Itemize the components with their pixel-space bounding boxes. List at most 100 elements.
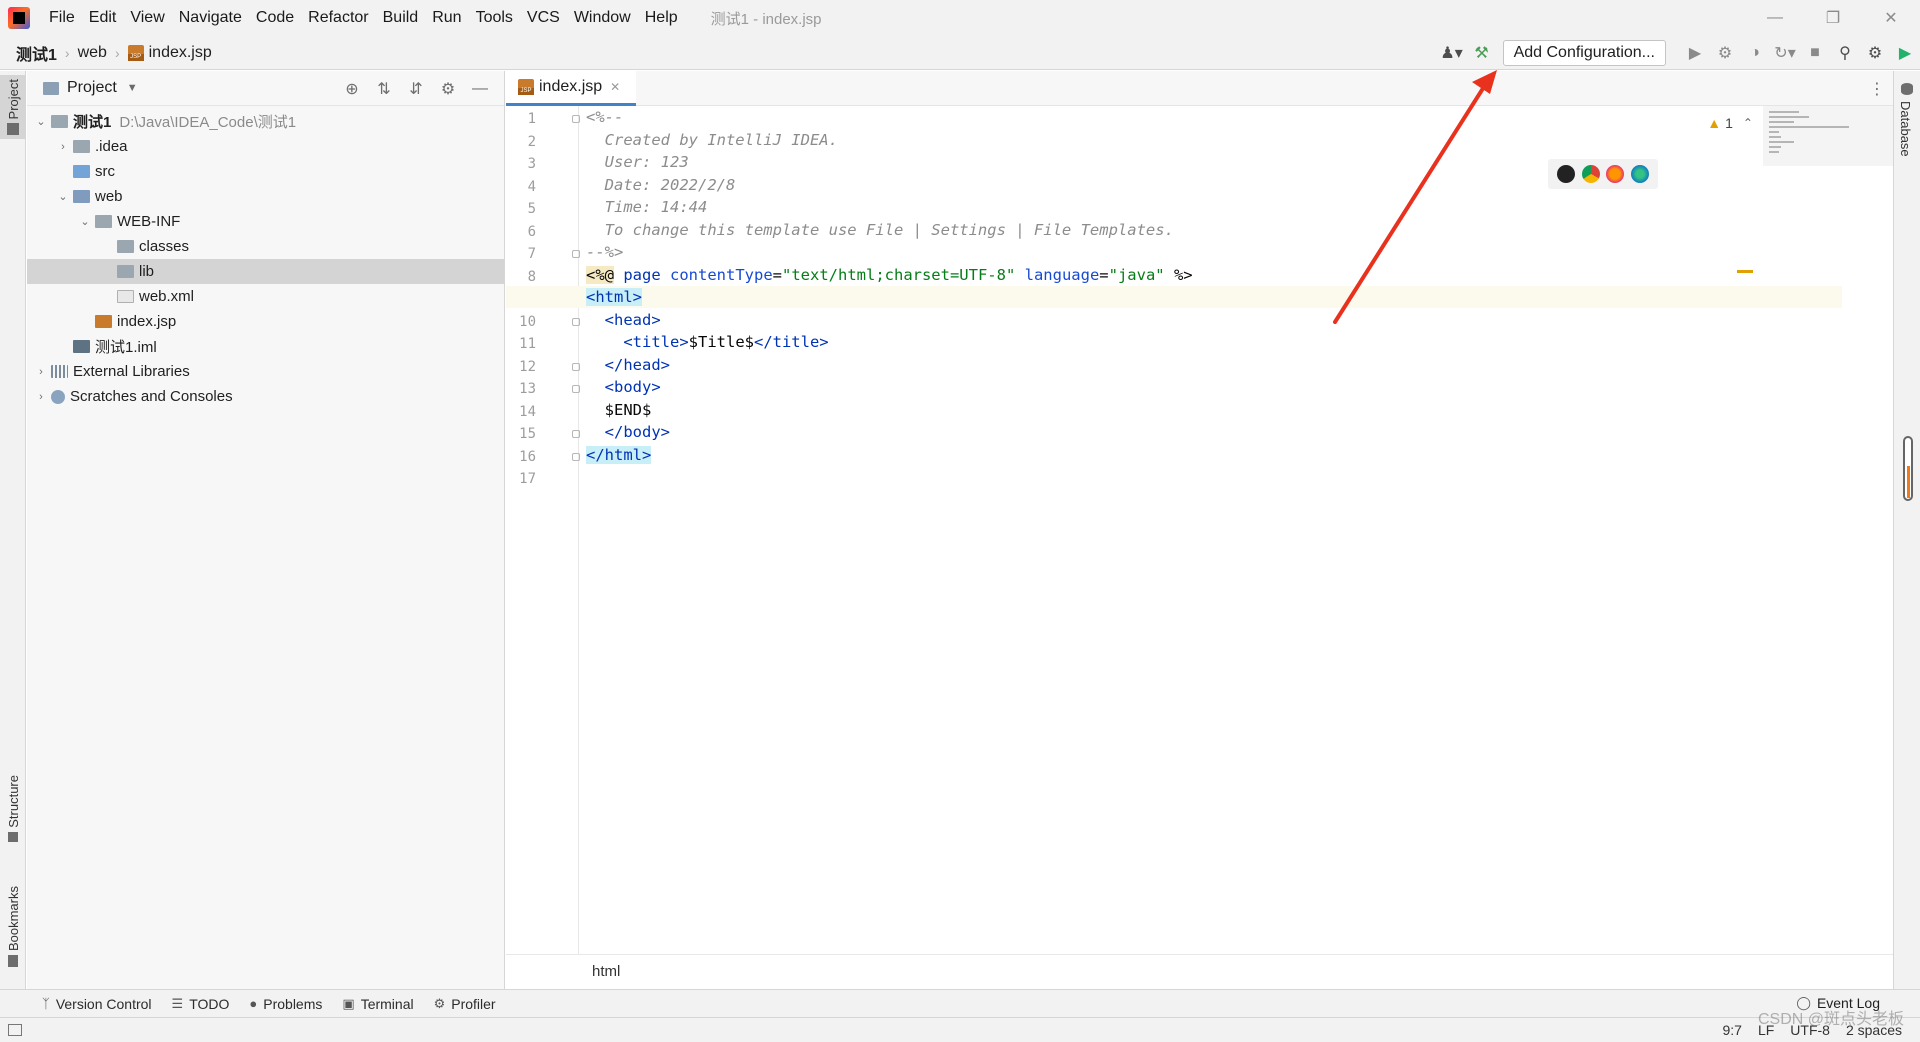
- chrome-icon[interactable]: [1581, 165, 1600, 183]
- tree-item-root[interactable]: ⌄ 测试1 D:\Java\IDEA_Code\测试1: [27, 109, 504, 134]
- menu-vcs[interactable]: VCS: [520, 9, 567, 27]
- code-line: Time: 14:44: [586, 198, 708, 216]
- tool-profiler[interactable]: ⚙ Profiler: [434, 996, 496, 1012]
- tree-item-scratches[interactable]: › Scratches and Consoles: [27, 384, 504, 409]
- code-minimap[interactable]: [1763, 106, 1893, 166]
- tool-tab-bookmarks[interactable]: Bookmarks: [0, 886, 26, 968]
- attribute-name: contentType: [670, 266, 773, 284]
- minimize-icon[interactable]: —: [1746, 0, 1804, 36]
- menu-view[interactable]: View: [123, 9, 171, 27]
- expand-right-icon[interactable]: ›: [33, 391, 49, 403]
- tree-item-lib[interactable]: lib: [27, 259, 504, 284]
- menu-help[interactable]: Help: [638, 9, 685, 27]
- tree-item-iml[interactable]: 测试1.iml: [27, 334, 504, 359]
- tree-item-classes[interactable]: classes: [27, 234, 504, 259]
- firefox-icon[interactable]: [1606, 165, 1625, 183]
- fold-marker-icon[interactable]: [572, 318, 580, 326]
- line-number: 11: [519, 336, 536, 352]
- expand-right-icon[interactable]: ›: [55, 141, 71, 153]
- tool-tab-database[interactable]: Database: [1898, 101, 1913, 157]
- toolbar-right: ♟▾ ⚒ Add Configuration... ▶ ⚙ ◑ ↻▾ ■ ⚲ ⚙…: [1437, 36, 1920, 70]
- expand-down-icon[interactable]: ⌄: [33, 115, 49, 128]
- tree-item-idea[interactable]: › .idea: [27, 134, 504, 159]
- tool-problems[interactable]: ● Problems: [249, 996, 322, 1012]
- breadcrumb-project[interactable]: 测试1: [12, 41, 61, 65]
- search-icon[interactable]: ⚲: [1830, 38, 1860, 68]
- tree-item-index-jsp[interactable]: index.jsp: [27, 309, 504, 334]
- edge-icon[interactable]: [1630, 165, 1649, 183]
- tool-terminal[interactable]: ▣ Terminal: [342, 996, 413, 1012]
- tool-label: Problems: [263, 995, 323, 1012]
- expand-down-icon[interactable]: ⌄: [77, 215, 93, 228]
- caret-line-highlight: [506, 286, 1842, 308]
- warning-marker[interactable]: [1737, 270, 1753, 273]
- line-number: 3: [527, 156, 536, 172]
- code-area[interactable]: <%-- Created by IntelliJ IDEA. User: 123…: [506, 106, 1842, 954]
- tree-item-web[interactable]: ⌄ web: [27, 184, 504, 209]
- menu-navigate[interactable]: Navigate: [172, 9, 249, 27]
- code-line: <head>: [586, 311, 661, 329]
- menu-edit[interactable]: Edit: [82, 9, 124, 27]
- menu-window[interactable]: Window: [567, 9, 638, 27]
- tool-todo[interactable]: ☰ TODO: [172, 996, 230, 1012]
- chevron-up-icon[interactable]: ⌃: [1743, 116, 1753, 130]
- restore-icon[interactable]: ❐: [1804, 0, 1862, 36]
- collapse-all-icon[interactable]: ⇵: [400, 74, 432, 104]
- breadcrumb-web[interactable]: web: [74, 44, 111, 62]
- run-icon[interactable]: ▶: [1680, 38, 1710, 68]
- project-panel-title[interactable]: Project: [67, 79, 117, 97]
- menu-file[interactable]: File: [42, 9, 82, 27]
- gear-icon[interactable]: ⚙: [432, 74, 464, 104]
- fold-marker-icon[interactable]: [572, 385, 580, 393]
- locate-file-icon[interactable]: ⊕: [336, 74, 368, 104]
- line-number: 12: [519, 359, 536, 375]
- settings-gear-icon[interactable]: ⚙: [1860, 38, 1890, 68]
- intellij-browser-icon[interactable]: [1557, 165, 1576, 183]
- fold-marker-icon[interactable]: [572, 363, 580, 371]
- menu-refactor[interactable]: Refactor: [301, 9, 375, 27]
- code-with-me-icon[interactable]: ▶: [1890, 38, 1920, 68]
- menu-run[interactable]: Run: [425, 9, 468, 27]
- tool-tab-project[interactable]: Project: [0, 75, 26, 140]
- fold-marker-icon[interactable]: [572, 250, 580, 258]
- user-account-icon[interactable]: ♟▾: [1437, 38, 1467, 68]
- tree-item-web-xml[interactable]: web.xml: [27, 284, 504, 309]
- menu-tools[interactable]: Tools: [469, 9, 520, 27]
- tool-tab-structure[interactable]: Structure: [0, 775, 26, 842]
- minimap-line: [1769, 141, 1794, 143]
- tool-version-control[interactable]: ᛉ Version Control: [42, 996, 152, 1012]
- build-hammer-icon[interactable]: ⚒: [1467, 38, 1497, 68]
- editor-tab-index-jsp[interactable]: index.jsp ✕: [506, 71, 636, 106]
- project-panel: Project ▼ ⊕ ⇅ ⇵ ⚙ — ⌄ 测试1 D:\Java\IDEA_C…: [27, 71, 505, 989]
- more-options-icon[interactable]: ⋮: [1869, 79, 1885, 99]
- close-tab-icon[interactable]: ✕: [610, 80, 620, 94]
- chevron-down-icon[interactable]: ▼: [127, 82, 138, 94]
- toggle-tool-windows-icon[interactable]: [8, 1024, 22, 1036]
- stop-icon[interactable]: ■: [1800, 38, 1830, 68]
- expand-down-icon[interactable]: ⌄: [55, 190, 71, 203]
- status-bar: 9:7 LF UTF-8 2 spaces: [0, 1017, 1920, 1042]
- coverage-icon[interactable]: ◑: [1740, 38, 1770, 68]
- minimap-line: [1769, 136, 1781, 138]
- profile-icon[interactable]: ↻▾: [1770, 38, 1800, 68]
- menu-build[interactable]: Build: [376, 9, 426, 27]
- tree-item-src[interactable]: src: [27, 159, 504, 184]
- menu-code[interactable]: Code: [249, 9, 301, 27]
- fold-marker-icon[interactable]: [572, 453, 580, 461]
- fold-marker-icon[interactable]: [572, 430, 580, 438]
- fold-marker-icon[interactable]: [572, 115, 580, 123]
- warning-icon: ▲: [1707, 115, 1722, 131]
- caret-position[interactable]: 9:7: [1722, 1022, 1741, 1038]
- breadcrumb-separator-icon: ›: [64, 44, 70, 61]
- close-icon[interactable]: ✕: [1862, 0, 1920, 36]
- editor-breadcrumb-html[interactable]: html: [592, 963, 620, 980]
- tree-item-external-libraries[interactable]: › External Libraries: [27, 359, 504, 384]
- expand-right-icon[interactable]: ›: [33, 366, 49, 378]
- add-configuration-button[interactable]: Add Configuration...: [1502, 40, 1666, 66]
- breadcrumb-file[interactable]: index.jsp: [124, 44, 216, 62]
- expand-all-icon[interactable]: ⇅: [368, 74, 400, 104]
- html-tag: <title>: [586, 333, 689, 351]
- tree-item-web-inf[interactable]: ⌄ WEB-INF: [27, 209, 504, 234]
- hide-panel-icon[interactable]: —: [464, 74, 496, 104]
- debug-icon[interactable]: ⚙: [1710, 38, 1740, 68]
